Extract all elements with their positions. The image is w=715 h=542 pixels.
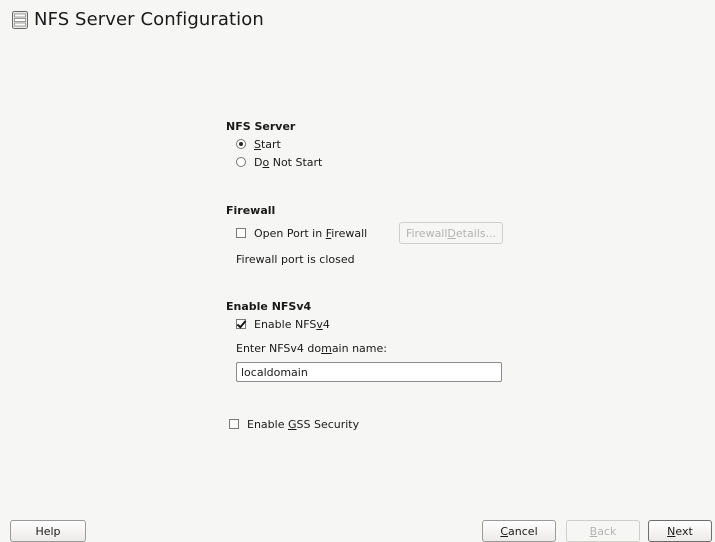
firewall-details-button[interactable]: Firewall Details... bbox=[399, 222, 503, 244]
enable-gss-checkbox[interactable]: Enable GSS Security bbox=[229, 416, 359, 432]
back-button[interactable]: Back bbox=[566, 520, 640, 542]
nfs-server-section-label: NFS Server bbox=[226, 120, 296, 133]
server-icon bbox=[12, 10, 28, 29]
enable-nfsv4-checkbox[interactable]: Enable NFSv4 bbox=[236, 316, 330, 332]
open-port-checkbox[interactable]: Open Port in Firewall bbox=[236, 225, 367, 241]
checkbox[interactable] bbox=[236, 228, 246, 238]
dialog-header: NFS Server Configuration bbox=[11, 9, 264, 30]
help-button[interactable]: Help bbox=[10, 520, 86, 542]
firewall-section-label: Firewall bbox=[226, 204, 276, 217]
domain-name-input[interactable] bbox=[236, 362, 502, 382]
page-title: NFS Server Configuration bbox=[34, 9, 264, 30]
checkbox[interactable] bbox=[236, 319, 246, 329]
radio-button[interactable] bbox=[236, 139, 246, 149]
domain-name-label: Enter NFSv4 domain name: bbox=[236, 342, 387, 355]
next-button[interactable]: Next bbox=[648, 520, 712, 542]
enable-nfsv4-label: Enable NFSv4 bbox=[254, 317, 330, 331]
radio-button[interactable] bbox=[236, 157, 246, 167]
enable-gss-label: Enable GSS Security bbox=[247, 417, 360, 431]
radio-start-label: Start bbox=[254, 137, 281, 151]
radio-start[interactable]: Start bbox=[236, 136, 281, 152]
cancel-button[interactable]: Cancel bbox=[482, 520, 556, 542]
firewall-status-text: Firewall port is closed bbox=[236, 253, 355, 266]
nfsv4-section-label: Enable NFSv4 bbox=[226, 300, 312, 313]
radio-do-not-start[interactable]: Do Not Start bbox=[236, 154, 322, 170]
checkbox[interactable] bbox=[229, 419, 239, 429]
radio-do-not-start-label: Do Not Start bbox=[254, 155, 323, 169]
open-port-label: Open Port in Firewall bbox=[254, 226, 368, 240]
